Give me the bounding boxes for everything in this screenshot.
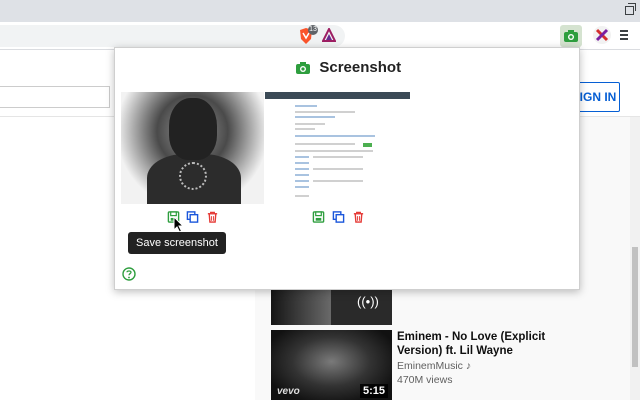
- screenshot-thumbnail-1[interactable]: [121, 92, 264, 204]
- popup-title: Screenshot: [319, 59, 402, 77]
- youtube-search-input[interactable]: [0, 86, 110, 108]
- vevo-logo: vevo: [277, 386, 300, 397]
- scrollbar-thumb[interactable]: [632, 247, 638, 367]
- thumb-line: [313, 156, 363, 158]
- video-title[interactable]: Eminem - No Love (Explicit Version) ft. …: [397, 330, 547, 358]
- copy-icon[interactable]: [186, 210, 199, 224]
- camera-icon: [295, 61, 310, 74]
- save-icon[interactable]: [312, 210, 325, 224]
- thumb-line: [313, 168, 363, 170]
- video-thumbnail-eminem[interactable]: vevo 5:15: [271, 330, 392, 400]
- shields-count-badge: 13: [308, 25, 318, 35]
- thumb-line: [295, 186, 309, 188]
- mouse-pointer-icon: [173, 216, 185, 233]
- video-channel[interactable]: EminemMusic ♪: [397, 360, 471, 372]
- thumb-line: [295, 116, 335, 118]
- trash-icon[interactable]: [352, 210, 365, 224]
- video-views: 470M views: [397, 374, 453, 386]
- screenshot-popup: Screenshot Save screenshot: [114, 47, 580, 290]
- screenshot-extension-button[interactable]: [560, 25, 582, 47]
- address-bar[interactable]: [0, 25, 345, 47]
- thumb-line: [295, 195, 309, 197]
- thumb-line: [295, 162, 309, 164]
- help-icon[interactable]: [122, 267, 136, 281]
- video-duration: 5:15: [359, 384, 388, 398]
- thumb-line: [295, 128, 315, 130]
- popup-header: Screenshot: [115, 59, 581, 79]
- camera-icon: [564, 30, 578, 42]
- thumb-line: [295, 123, 325, 125]
- thumb-line: [295, 180, 309, 182]
- thumb-line: [295, 135, 375, 137]
- thumb-line: [295, 150, 373, 152]
- photo-figure-head: [169, 98, 217, 160]
- thumb-topbar: [265, 92, 410, 99]
- thumb-line: [295, 156, 309, 158]
- screenshot-thumbnail-2[interactable]: [265, 92, 410, 204]
- x-extension-icon[interactable]: [592, 25, 612, 45]
- thumb-green-button: [363, 143, 372, 147]
- thumb-line: [295, 111, 355, 113]
- trash-icon[interactable]: [206, 210, 219, 224]
- copy-icon[interactable]: [332, 210, 345, 224]
- live-radio-icon: ((•)): [357, 294, 379, 309]
- thumb-line: [295, 168, 309, 170]
- brave-rewards-icon[interactable]: [322, 28, 336, 42]
- browser-toolbar: 13: [0, 22, 640, 50]
- thumb-line: [295, 174, 309, 176]
- thumb-line: [295, 105, 317, 107]
- tab-strip: [0, 0, 640, 22]
- thumb-line: [295, 143, 355, 145]
- photo-chain: [179, 162, 207, 190]
- browser-menu-icon[interactable]: [620, 30, 628, 42]
- save-tooltip: Save screenshot: [128, 232, 226, 254]
- page-scrollbar[interactable]: [630, 117, 640, 400]
- restore-window-icon[interactable]: [625, 3, 636, 15]
- thumb-line: [313, 180, 363, 182]
- video-thumbnail[interactable]: ((•)): [271, 288, 392, 325]
